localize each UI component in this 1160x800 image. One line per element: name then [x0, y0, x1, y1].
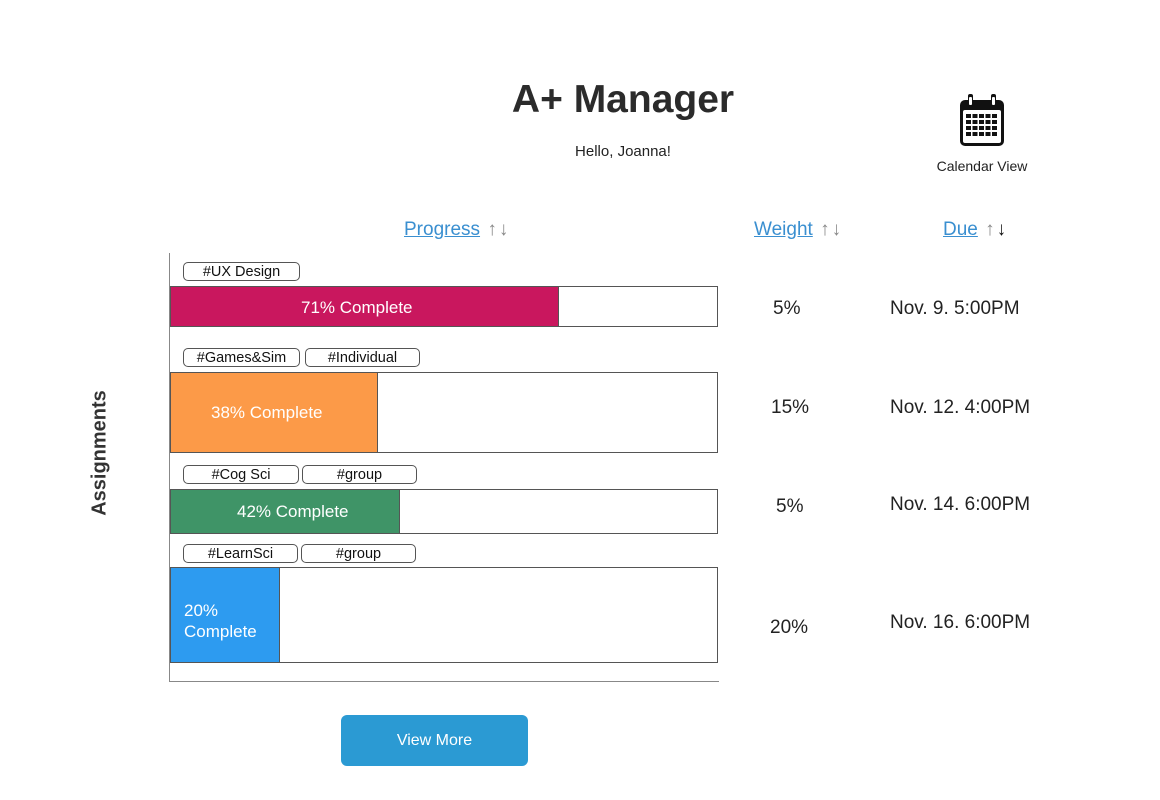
- view-more-button[interactable]: View More: [341, 715, 528, 766]
- assignment-tag[interactable]: #group: [301, 544, 416, 563]
- assignment-weight: 5%: [773, 298, 801, 319]
- assignment-tag[interactable]: #LearnSci: [183, 544, 298, 563]
- calendar-icon: [960, 94, 1004, 146]
- calendar-view-label: Calendar View: [936, 158, 1028, 174]
- assignment-due-date: Nov. 16. 6:00PM: [890, 612, 1031, 633]
- chart-x-axis: [169, 681, 719, 682]
- due-sort-down-icon[interactable]: ↓: [997, 219, 1007, 240]
- due-sort-up-icon[interactable]: ↑: [985, 219, 995, 240]
- weight-sort-down-icon[interactable]: ↓: [832, 219, 842, 240]
- progress-sort-down-icon[interactable]: ↓: [499, 219, 509, 240]
- progress-column-header: Progress ↑ ↓: [404, 219, 508, 241]
- progress-bar[interactable]: 20% Complete: [170, 567, 718, 663]
- weight-sort-link[interactable]: Weight: [754, 219, 813, 240]
- assignment-tag[interactable]: #Games&Sim: [183, 348, 300, 367]
- assignment-weight: 5%: [776, 496, 804, 517]
- assignment-weight: 20%: [770, 617, 809, 638]
- calendar-view-button[interactable]: Calendar View: [920, 92, 1044, 174]
- progress-label: 20% Complete: [184, 601, 257, 641]
- weight-column-header: Weight ↑ ↓: [754, 219, 841, 241]
- progress-bar[interactable]: 71% Complete: [170, 286, 718, 327]
- assignments-axis-label: Assignments: [88, 390, 111, 516]
- due-sort-link[interactable]: Due: [943, 219, 978, 240]
- progress-label: 42% Complete: [237, 502, 349, 521]
- progress-sort-link[interactable]: Progress: [404, 219, 480, 240]
- progress-label: 71% Complete: [301, 298, 413, 317]
- assignment-weight: 15%: [771, 397, 810, 418]
- progress-sort-up-icon[interactable]: ↑: [487, 219, 497, 240]
- progress-label: 38% Complete: [211, 403, 323, 422]
- assignment-tag[interactable]: #group: [302, 465, 417, 484]
- assignment-due-date: Nov. 14. 6:00PM: [890, 494, 1031, 515]
- due-column-header: Due ↑ ↓: [943, 219, 1006, 241]
- assignment-tag[interactable]: #UX Design: [183, 262, 300, 281]
- progress-bar[interactable]: 38% Complete: [170, 372, 718, 453]
- progress-bar[interactable]: 42% Complete: [170, 489, 718, 534]
- assignment-tag[interactable]: #Individual: [305, 348, 420, 367]
- assignment-due-date: Nov. 12. 4:00PM: [890, 397, 1031, 418]
- assignment-due-date: Nov. 9. 5:00PM: [890, 298, 1020, 319]
- weight-sort-up-icon[interactable]: ↑: [820, 219, 830, 240]
- assignment-tag[interactable]: #Cog Sci: [183, 465, 299, 484]
